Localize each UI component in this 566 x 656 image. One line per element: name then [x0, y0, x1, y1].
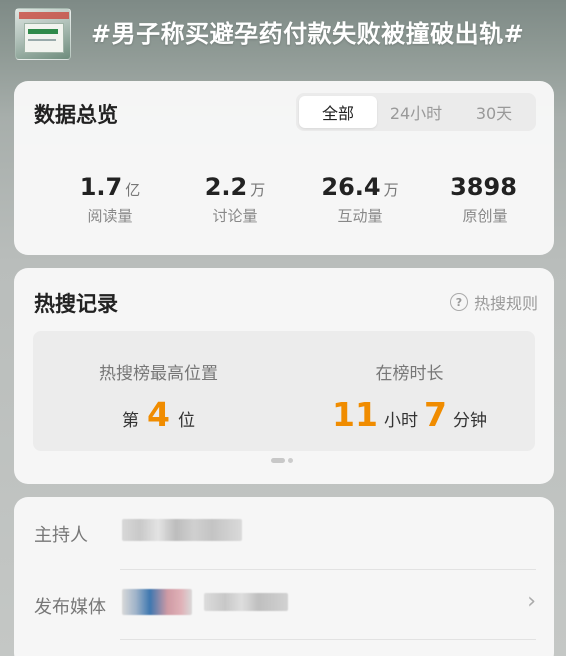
time-range-tabs: 全部 24小时 30天 — [296, 93, 536, 131]
stat-value: 3898 — [450, 173, 517, 201]
pager-dot-active — [271, 458, 285, 463]
publisher-label: 发布媒体 — [34, 597, 106, 618]
peak-value: 4 — [147, 395, 170, 434]
news-thumbnail-image[interactable] — [15, 8, 71, 60]
overview-title: 数据总览 — [34, 103, 118, 127]
hot-search-title: 热搜记录 — [34, 292, 118, 316]
stat-value: 26.4 — [321, 173, 381, 201]
stat-discussions: 2.2 万 讨论量 — [175, 173, 295, 226]
tab-all[interactable]: 全部 — [299, 96, 377, 128]
stats-row: 1.7 亿 阅读量 2.2 万 讨论量 26.4 万 互动量 3898 原创量 — [14, 173, 554, 233]
topic-title: #男子称买避孕药付款失败被撞破出轨# — [91, 20, 525, 48]
peak-prefix: 第 — [122, 411, 140, 431]
host-row[interactable]: 主持人 — [34, 519, 536, 551]
topic-header: #男子称买避孕药付款失败被撞破出轨# — [0, 0, 566, 70]
minutes-unit: 分钟 — [452, 411, 487, 431]
stat-label: 互动量 — [337, 207, 383, 225]
host-avatar-blurred — [122, 519, 242, 541]
hours-unit: 小时 — [383, 411, 418, 431]
stat-label: 原创量 — [462, 207, 508, 225]
stat-unit: 万 — [250, 181, 266, 199]
hot-search-card: 热搜记录 ? 热搜规则 热搜榜最高位置 第 4 位 在榜时长 11 小时 7 分… — [14, 268, 554, 484]
duration-minutes: 7 — [423, 395, 447, 434]
host-label: 主持人 — [34, 525, 88, 546]
duration-caption: 在榜时长 — [375, 364, 444, 384]
stat-unit: 万 — [383, 181, 399, 199]
stat-label: 讨论量 — [212, 207, 258, 225]
tab-24h[interactable]: 24小时 — [377, 96, 455, 128]
data-overview-card: 数据总览 全部 24小时 30天 1.7 亿 阅读量 2.2 万 讨论量 26.4 万… — [14, 81, 554, 255]
stat-interactions: 26.4 万 互动量 — [300, 173, 420, 226]
topic-info-card: 主持人 发布媒体 › — [14, 497, 554, 656]
hot-search-summary: 热搜榜最高位置 第 4 位 在榜时长 11 小时 7 分钟 — [33, 331, 535, 451]
divider — [120, 569, 536, 570]
publisher-logo-blurred — [122, 589, 192, 615]
peak-caption: 热搜榜最高位置 — [99, 364, 218, 384]
pager-dots — [271, 458, 293, 463]
question-circle-icon: ? — [449, 293, 468, 311]
stat-reads: 1.7 亿 阅读量 — [50, 173, 170, 226]
publisher-row[interactable]: 发布媒体 › — [34, 589, 536, 623]
peak-suffix: 位 — [177, 411, 195, 431]
stat-originals: 3898 原创量 — [425, 173, 545, 226]
divider — [120, 639, 536, 640]
tab-30d[interactable]: 30天 — [455, 96, 533, 128]
stat-value: 2.2 — [204, 173, 248, 201]
duration-hours: 11 — [332, 395, 378, 434]
peak-position: 热搜榜最高位置 第 4 位 — [33, 331, 284, 451]
stat-label: 阅读量 — [87, 207, 133, 225]
publisher-name-blurred — [204, 593, 288, 611]
rules-label: 热搜规则 — [473, 294, 538, 313]
duration-on-list: 在榜时长 11 小时 7 分钟 — [284, 331, 535, 451]
chevron-right-icon[interactable]: › — [527, 589, 536, 614]
stat-value: 1.7 — [79, 173, 123, 201]
pager-dot — [288, 458, 293, 463]
stat-unit: 亿 — [125, 181, 141, 199]
hot-search-rules-link[interactable]: ? 热搜规则 — [449, 290, 538, 314]
